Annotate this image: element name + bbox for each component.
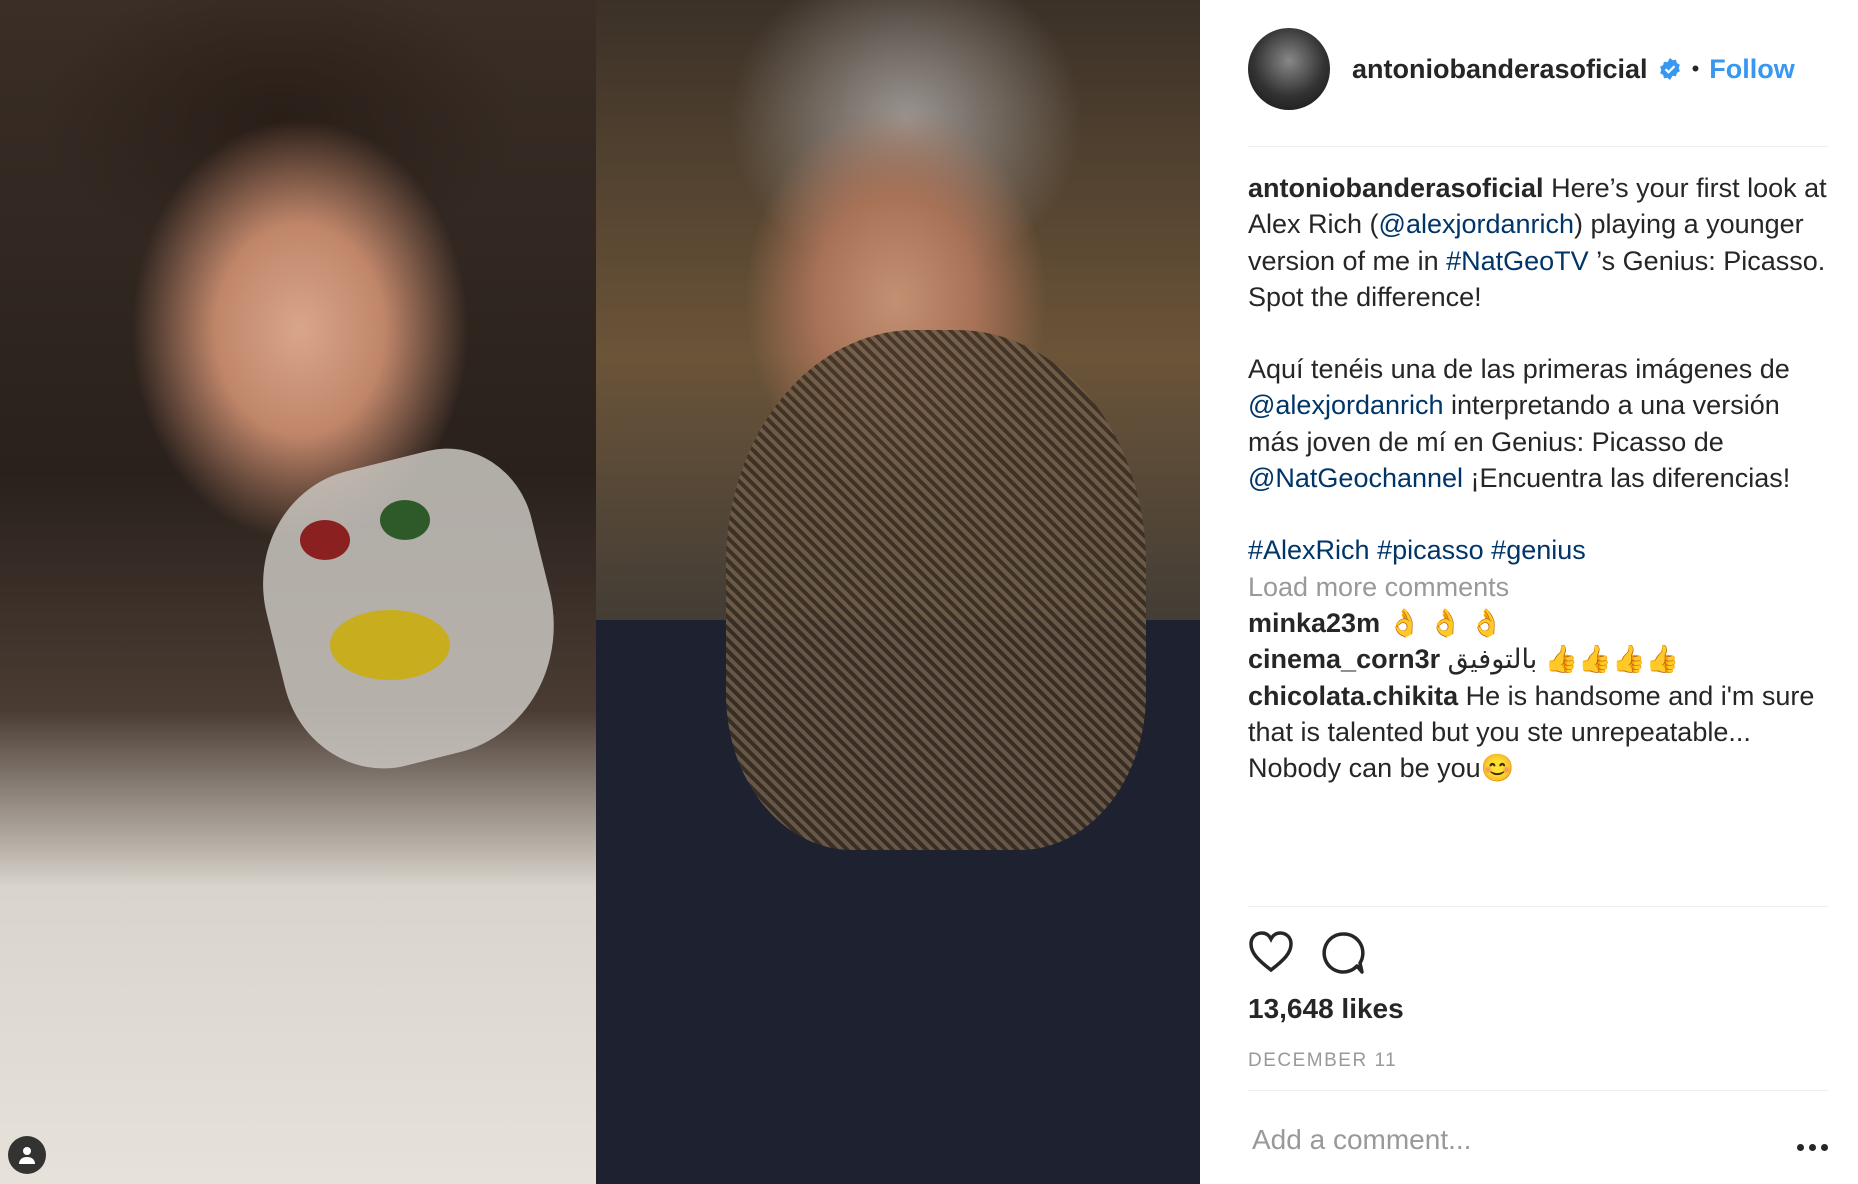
scarf bbox=[726, 330, 1146, 850]
header-divider bbox=[1248, 146, 1828, 147]
load-more-comments-button[interactable]: Load more comments bbox=[1248, 569, 1828, 605]
comments-divider bbox=[1248, 906, 1828, 907]
date-divider bbox=[1248, 1090, 1828, 1091]
hashtag-link[interactable]: #picasso bbox=[1377, 535, 1484, 565]
hashtag-link[interactable]: #NatGeoTV bbox=[1446, 246, 1589, 276]
hashtags: #AlexRich #picasso #genius bbox=[1248, 532, 1828, 568]
post-sidebar: antoniobanderasoficial • Follow antoniob… bbox=[1248, 0, 1828, 1184]
caption-en: antoniobanderasoficial Here’s your first… bbox=[1248, 170, 1828, 279]
caption-es: Aquí tenéis una de las primeras imágenes… bbox=[1248, 351, 1828, 496]
mention-link[interactable]: @alexjordanrich bbox=[1248, 390, 1444, 420]
paint-palette bbox=[237, 430, 583, 790]
username-link[interactable]: antoniobanderasoficial bbox=[1352, 54, 1648, 85]
header-separator: • bbox=[1691, 56, 1700, 81]
user-tag-icon[interactable] bbox=[8, 1136, 46, 1174]
more-options-icon[interactable] bbox=[1778, 1144, 1828, 1151]
heart-icon[interactable] bbox=[1248, 930, 1294, 980]
green-paint bbox=[380, 500, 430, 540]
comment-text: 👌 👌 👌 bbox=[1380, 607, 1504, 638]
photo-right-banderas bbox=[596, 0, 1200, 1184]
mention-link[interactable]: @NatGeochannel bbox=[1248, 463, 1463, 493]
comment-bubble-icon[interactable] bbox=[1320, 930, 1366, 980]
post-photo[interactable] bbox=[0, 0, 1200, 1184]
mention-link[interactable]: @alexjordanrich bbox=[1379, 209, 1575, 239]
comment-author[interactable]: cinema_corn3r bbox=[1248, 644, 1440, 674]
caption-text: ’s Genius: Picasso. bbox=[1588, 245, 1826, 276]
yellow-paint bbox=[330, 610, 450, 680]
caption-text: Aquí tenéis una de las primeras imágenes… bbox=[1248, 354, 1790, 385]
likes-count[interactable]: 13,648 likes bbox=[1248, 993, 1404, 1025]
comment-item: minka23m 👌 👌 👌 bbox=[1248, 605, 1828, 641]
action-bar bbox=[1248, 930, 1366, 980]
instagram-post: antoniobanderasoficial • Follow antoniob… bbox=[0, 0, 1858, 1184]
caption-text: ¡Encuentra las diferencias! bbox=[1463, 463, 1791, 494]
comment-item: cinema_corn3r بالتوفيق 👍👍👍👍 bbox=[1248, 641, 1828, 677]
post-header: antoniobanderasoficial • Follow bbox=[1248, 28, 1828, 110]
comment-item: chicolata.chikita He is handsome and i'm… bbox=[1248, 678, 1828, 787]
comment-author[interactable]: minka23m bbox=[1248, 608, 1380, 638]
comment-text: بالتوفيق 👍👍👍👍 bbox=[1440, 644, 1680, 675]
photo-left-young-actor bbox=[0, 0, 596, 1184]
comments-section: antoniobanderasoficial Here’s your first… bbox=[1248, 170, 1828, 906]
red-paint bbox=[300, 520, 350, 560]
caption-line: Spot the difference! bbox=[1248, 281, 1482, 312]
post-date[interactable]: DECEMBER 11 bbox=[1248, 1050, 1397, 1072]
caption-author[interactable]: antoniobanderasoficial bbox=[1248, 173, 1544, 203]
avatar[interactable] bbox=[1248, 28, 1330, 110]
follow-button[interactable]: Follow bbox=[1709, 54, 1794, 85]
hashtag-link[interactable]: #genius bbox=[1491, 535, 1586, 565]
hashtag-link[interactable]: #AlexRich bbox=[1248, 535, 1370, 565]
add-comment-input[interactable]: Add a comment... bbox=[1252, 1124, 1471, 1156]
verified-badge-icon bbox=[1658, 57, 1682, 81]
comment-author[interactable]: chicolata.chikita bbox=[1248, 681, 1458, 711]
